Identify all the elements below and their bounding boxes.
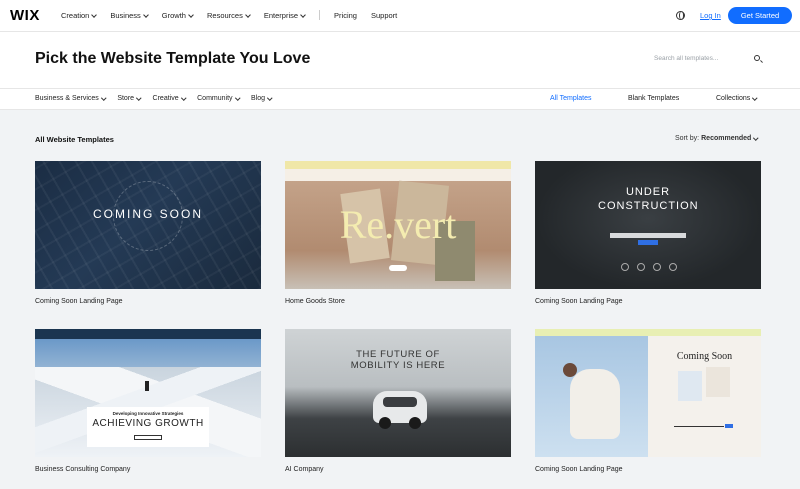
nav-item-enterprise[interactable]: Enterprise — [264, 11, 306, 20]
search-input[interactable]: Search all templates... — [654, 55, 718, 62]
category-community[interactable]: Community — [197, 95, 240, 102]
nav-item-business[interactable]: Business — [110, 11, 149, 20]
template-name: Coming Soon Landing Page — [35, 298, 123, 305]
login-link[interactable]: Log In — [700, 11, 721, 20]
nav-divider — [319, 10, 321, 20]
thumb-email-field — [610, 233, 686, 238]
chevron-down-icon — [267, 95, 273, 100]
template-card[interactable]: Developing Innovative Strategies ACHIEVI… — [35, 329, 261, 473]
announcement-bar — [285, 161, 511, 169]
chevron-down-icon — [753, 135, 759, 140]
thumb-heading: COMING SOON — [92, 207, 203, 221]
sort-dropdown[interactable]: Sort by: Recommended — [675, 135, 759, 142]
globe-icon[interactable] — [676, 11, 685, 20]
social-icon — [637, 263, 645, 271]
thumb-heading: THE FUTURE OF MOBILITY IS HERE — [350, 349, 446, 371]
all-templates-tab[interactable]: All Templates — [550, 95, 592, 102]
category-list: Business & Services Store Creative Commu… — [35, 95, 284, 102]
vehicle-wheel — [379, 417, 391, 429]
template-thumbnail[interactable]: UNDER CONSTRUCTION — [535, 161, 761, 289]
template-card[interactable]: COMING SOON Coming Soon Landing Page — [35, 161, 261, 305]
template-name: Business Consulting Company — [35, 466, 131, 473]
thumb-button — [134, 435, 162, 440]
template-thumbnail[interactable]: Coming Soon — [535, 329, 761, 457]
nav-link-support[interactable]: Support — [371, 11, 397, 20]
section-title: All Website Templates — [35, 135, 114, 144]
template-name: AI Company — [285, 466, 324, 473]
template-card[interactable]: THE FUTURE OF MOBILITY IS HERE AI Compan… — [285, 329, 511, 473]
nav-link-pricing[interactable]: Pricing — [334, 11, 357, 20]
template-thumbnail[interactable]: THE FUTURE OF MOBILITY IS HERE — [285, 329, 511, 457]
category-blog[interactable]: Blog — [251, 95, 273, 102]
category-creative[interactable]: Creative — [153, 95, 186, 102]
search-icon[interactable] — [754, 55, 760, 61]
top-nav: WIX Creation Business Growth Resources E… — [0, 0, 800, 32]
blank-templates-tab[interactable]: Blank Templates — [628, 95, 679, 102]
nav-item-growth[interactable]: Growth — [162, 11, 194, 20]
thumb-heading: ACHIEVING GROWTH — [92, 418, 204, 429]
template-name: Coming Soon Landing Page — [535, 298, 623, 305]
thumb-nav — [285, 169, 511, 181]
thumb-subheading: Developing Innovative Strategies — [112, 411, 184, 416]
chevron-down-icon — [142, 11, 149, 18]
thumb-heading: Re.vert — [339, 202, 457, 247]
chevron-down-icon — [188, 11, 194, 18]
vehicle-wheel — [409, 417, 421, 429]
page-title: Pick the Website Template You Love — [35, 50, 311, 67]
category-store[interactable]: Store — [117, 95, 142, 102]
nav-item-resources[interactable]: Resources — [207, 11, 251, 20]
template-card[interactable]: Coming Soon Coming Soon Landing Page — [535, 329, 761, 473]
sort-value: Recommended — [701, 135, 752, 142]
thumb-button — [389, 265, 407, 271]
nav-item-creation[interactable]: Creation — [61, 11, 98, 20]
product-image — [678, 371, 702, 401]
person-head — [563, 363, 577, 377]
chevron-down-icon — [91, 11, 98, 18]
template-thumbnail[interactable]: Re.vert — [285, 161, 511, 289]
template-name: Coming Soon Landing Page — [535, 466, 623, 473]
product-image — [706, 367, 730, 397]
thumb-nav — [35, 329, 261, 339]
thumb-email-line — [674, 426, 724, 427]
chevron-down-icon — [101, 95, 107, 100]
vehicle-window — [383, 397, 417, 407]
template-thumbnail[interactable]: COMING SOON — [35, 161, 261, 289]
social-icon — [621, 263, 629, 271]
thumb-button — [725, 424, 733, 428]
page-header: Pick the Website Template You Love Searc… — [0, 32, 800, 88]
social-icon — [669, 263, 677, 271]
template-name: Home Goods Store — [285, 298, 345, 305]
chevron-down-icon — [180, 95, 186, 100]
social-icon — [653, 263, 661, 271]
category-business-services[interactable]: Business & Services — [35, 95, 107, 102]
thumb-heading: UNDER CONSTRUCTION — [598, 186, 699, 212]
announcement-bar — [535, 329, 761, 336]
wix-logo[interactable]: WIX — [10, 7, 40, 24]
template-card[interactable]: UNDER CONSTRUCTION Coming Soon Landing P… — [535, 161, 761, 305]
person-image — [570, 369, 620, 439]
template-thumbnail[interactable]: Developing Innovative Strategies ACHIEVI… — [35, 329, 261, 457]
chevron-down-icon — [300, 11, 306, 18]
thumb-heading: Coming Soon — [676, 351, 733, 362]
get-started-button[interactable]: Get Started — [728, 7, 792, 24]
chevron-down-icon — [752, 95, 758, 100]
category-bar: Business & Services Store Creative Commu… — [0, 88, 800, 110]
chevron-down-icon — [136, 95, 142, 100]
thumb-button — [638, 240, 658, 245]
chevron-down-icon — [245, 11, 251, 18]
template-card[interactable]: Re.vert Home Goods Store — [285, 161, 511, 305]
main-nav: Creation Business Growth Resources Enter… — [61, 10, 411, 20]
chevron-down-icon — [234, 95, 240, 100]
collections-dropdown[interactable]: Collections — [716, 95, 758, 102]
hiker-figure — [145, 381, 149, 391]
